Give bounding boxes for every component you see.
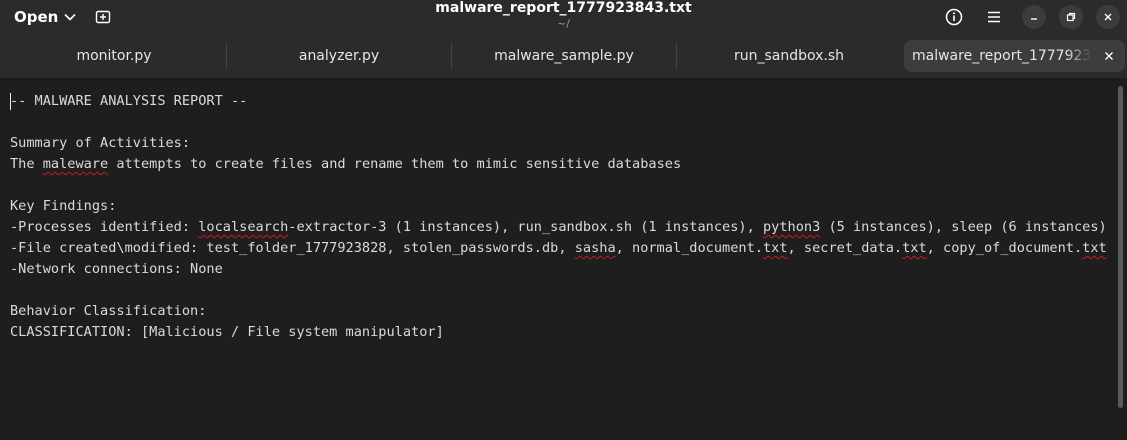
vertical-scrollbar[interactable] (1118, 86, 1123, 408)
new-tab-icon (95, 10, 111, 24)
maximize-button[interactable] (1059, 5, 1083, 29)
hamburger-menu-icon (988, 11, 1000, 23)
chevron-down-icon (64, 13, 76, 21)
restore-icon (1066, 12, 1076, 22)
new-tab-button[interactable] (90, 5, 116, 29)
network-line: -Network connections: None (10, 261, 223, 277)
findings-heading: Key Findings: (10, 198, 117, 214)
classification-line: CLASSIFICATION: [Malicious / File system… (10, 324, 444, 340)
tab-label: monitor.py (76, 48, 152, 64)
close-icon (1104, 13, 1112, 21)
close-window-button[interactable] (1096, 5, 1120, 29)
document-properties-button[interactable] (941, 5, 967, 29)
tab-run-sandbox-sh[interactable]: run_sandbox.sh (677, 40, 901, 72)
tab-label: run_sandbox.sh (733, 48, 845, 64)
tab-close-button[interactable] (1099, 46, 1119, 66)
text-cursor (10, 93, 11, 110)
tab-malware-sample-py[interactable]: malware_sample.py (452, 40, 676, 72)
processes-line: -Processes identified: localsearch-extra… (10, 219, 1107, 235)
tab-monitor-py[interactable]: monitor.py (2, 40, 226, 72)
report-heading: -- MALWARE ANALYSIS REPORT -- (10, 93, 248, 109)
info-icon (945, 8, 963, 26)
tab-label: malware_sample.py (494, 48, 634, 64)
summary-heading: Summary of Activities: (10, 135, 191, 151)
classification-heading: Behavior Classification: (10, 303, 207, 319)
open-button[interactable]: Open (6, 4, 84, 30)
close-icon (1105, 52, 1113, 60)
header-bar: Open malware_report_1777923843.txt ~/ (0, 0, 1127, 34)
tab-label: malware_report_1777923843.txt (912, 48, 1092, 64)
open-label: Open (14, 8, 59, 26)
minimize-button[interactable] (1022, 5, 1046, 29)
tab-label: analyzer.py (298, 48, 380, 64)
main-menu-button[interactable] (981, 5, 1007, 29)
tab-analyzer-py[interactable]: analyzer.py (227, 40, 451, 72)
tab-malware-report[interactable]: malware_report_1777923843.txt (904, 40, 1125, 72)
summary-text: The maleware attempts to create files an… (10, 156, 682, 172)
files-line: -File created\modified: test_folder_1777… (10, 240, 1107, 256)
minimize-icon (1031, 18, 1037, 20)
tab-bar: monitor.py analyzer.py malware_sample.py… (0, 34, 1127, 79)
